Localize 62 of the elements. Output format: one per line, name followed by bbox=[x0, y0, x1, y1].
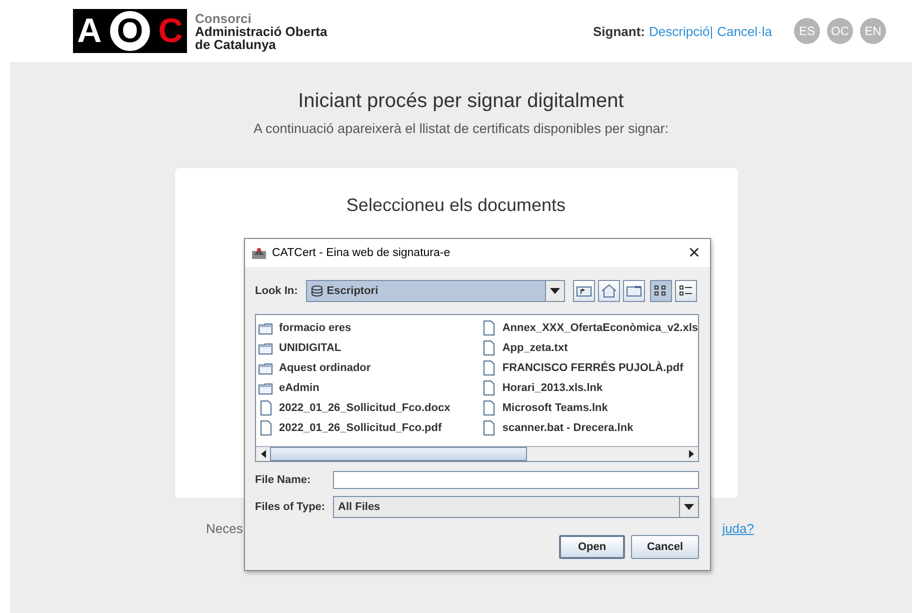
open-button[interactable]: Open bbox=[559, 535, 625, 559]
folder-icon bbox=[258, 362, 274, 374]
document-icon bbox=[481, 320, 498, 336]
list-view-button[interactable] bbox=[650, 280, 672, 302]
cancel-button[interactable]: Cancel bbox=[631, 535, 699, 559]
file-item[interactable]: 2022_01_26_Sollicitud_Fco.pdf bbox=[258, 418, 482, 438]
file-item[interactable]: App_zeta.txt bbox=[481, 338, 698, 358]
file-name-label: File Name: bbox=[255, 474, 312, 486]
drive-icon bbox=[310, 285, 323, 297]
page-subtitle: A continuació apareixerà el llistat de certificats disponibles per signar: bbox=[254, 121, 668, 136]
document-icon bbox=[481, 340, 498, 356]
document-icon bbox=[481, 380, 498, 396]
home-button[interactable] bbox=[598, 280, 620, 302]
file-item[interactable]: Aquest ordinador bbox=[258, 358, 482, 378]
file-item[interactable]: 2022_01_26_Sollicitud_Fco.docx bbox=[258, 398, 482, 418]
organization-name: de Catalunya bbox=[195, 38, 277, 50]
scroll-left-icon[interactable] bbox=[260, 450, 266, 458]
file-name-field[interactable] bbox=[333, 471, 699, 489]
look-in-dropdown[interactable]: Escriptori bbox=[306, 280, 565, 302]
organization-name: Consorci bbox=[195, 12, 252, 24]
separator: | bbox=[710, 24, 714, 38]
folder-icon bbox=[258, 342, 274, 354]
dialog-title: CATCert - Eina web de signatura-e bbox=[272, 247, 452, 259]
file-item[interactable]: eAdmin bbox=[258, 378, 482, 398]
file-item[interactable]: FRANCISCO FERRÉS PUJOLÀ.pdf bbox=[481, 358, 698, 378]
look-in-label: Look In: bbox=[255, 285, 298, 297]
document-icon bbox=[258, 420, 274, 436]
scroll-right-icon[interactable] bbox=[688, 450, 694, 458]
folder-icon bbox=[258, 322, 274, 334]
card-title: Seleccioneu els documents bbox=[346, 195, 566, 217]
page-title: Iniciant procés per signar digitalment bbox=[298, 90, 624, 113]
file-type-dropdown[interactable]: All Files bbox=[333, 496, 699, 518]
up-folder-button[interactable] bbox=[572, 280, 595, 302]
document-icon bbox=[258, 400, 274, 416]
horizontal-scrollbar[interactable] bbox=[256, 446, 698, 461]
details-view-icon bbox=[678, 285, 693, 297]
folder-icon bbox=[258, 382, 274, 394]
details-view-button[interactable] bbox=[674, 280, 697, 302]
file-item[interactable]: UNIDIGITAL bbox=[258, 338, 482, 358]
document-icon bbox=[481, 420, 498, 436]
dropdown-arrow-icon bbox=[684, 504, 694, 510]
description-link[interactable]: Descripció bbox=[649, 24, 710, 38]
dropdown-arrow-icon bbox=[550, 288, 560, 294]
new-folder-button[interactable] bbox=[622, 280, 645, 302]
organization-name: Administració Oberta bbox=[195, 24, 328, 38]
document-icon bbox=[481, 360, 498, 376]
app-icon bbox=[251, 246, 267, 260]
folder-icon bbox=[626, 285, 642, 297]
list-view-icon bbox=[654, 285, 668, 297]
close-button[interactable]: × bbox=[684, 242, 704, 264]
file-item[interactable]: Horari_2013.xls.lnk bbox=[481, 378, 698, 398]
home-icon bbox=[600, 284, 617, 298]
file-item[interactable]: scanner.bat - Drecera.lnk bbox=[481, 418, 698, 438]
file-item[interactable]: Microsoft Teams.lnk bbox=[481, 398, 698, 418]
file-item[interactable]: formacio eres bbox=[258, 318, 482, 338]
document-icon bbox=[481, 400, 498, 416]
signer-label: Signant: bbox=[593, 24, 645, 38]
cancel-link[interactable]: Cancel·la bbox=[717, 24, 772, 38]
help-text: Neces bbox=[206, 521, 243, 536]
logo: A O C bbox=[73, 9, 187, 53]
file-type-label: Files of Type: bbox=[255, 501, 326, 513]
file-item[interactable]: Annex_XXX_OfertaEconòmica_v2.xls bbox=[481, 318, 698, 338]
